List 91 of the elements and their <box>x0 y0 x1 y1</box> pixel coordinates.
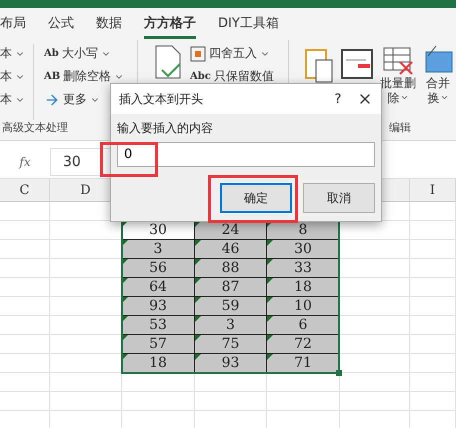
table-cell[interactable]: 71 <box>267 354 340 373</box>
table-cell[interactable] <box>340 335 410 354</box>
table-cell[interactable] <box>0 297 50 316</box>
table-cell[interactable] <box>410 278 456 297</box>
ribbon-tab[interactable]: 数据 <box>96 10 122 38</box>
table-cell[interactable] <box>0 392 50 411</box>
table-cell[interactable] <box>340 392 410 411</box>
table-cell[interactable] <box>410 373 456 392</box>
ribbon-tab[interactable]: 公式 <box>48 10 74 38</box>
table-cell[interactable] <box>0 335 50 354</box>
table-cell[interactable] <box>340 316 410 335</box>
column-header[interactable]: C <box>0 179 50 202</box>
table-cell[interactable]: 59 <box>195 297 267 316</box>
table-cell[interactable] <box>410 354 456 373</box>
dialog-title: 插入文本到开头 <box>119 90 204 108</box>
table-cell[interactable]: 87 <box>195 278 267 297</box>
table-cell[interactable] <box>340 259 410 278</box>
table-cell[interactable]: 46 <box>195 240 267 259</box>
table-cell[interactable] <box>410 297 456 316</box>
ribbon-tab[interactable]: 布局 <box>0 10 26 38</box>
table-cell[interactable]: 93 <box>122 297 195 316</box>
table-cell[interactable]: 53 <box>122 316 195 335</box>
table-cell[interactable] <box>267 373 340 392</box>
table-cell[interactable] <box>340 221 410 240</box>
table-cell[interactable]: 3 <box>195 316 267 335</box>
table-cell[interactable]: 75 <box>195 335 267 354</box>
table-cell[interactable]: 24 <box>195 221 267 240</box>
table-cell[interactable] <box>410 221 456 240</box>
group-label: 高级文本处理 <box>2 120 68 136</box>
table-cell[interactable] <box>50 392 122 411</box>
table-cell[interactable]: 57 <box>122 335 195 354</box>
table-cell[interactable] <box>340 278 410 297</box>
table-cell[interactable] <box>50 373 122 392</box>
ribbon-tab[interactable]: DIY工具箱 <box>218 10 279 38</box>
table-cell[interactable] <box>0 354 50 373</box>
table-cell[interactable]: 30 <box>267 240 340 259</box>
table-cell[interactable] <box>410 316 456 335</box>
table-cell[interactable]: 6 <box>267 316 340 335</box>
ribbon-item[interactable]: Ab 大小写 <box>44 44 124 63</box>
ribbon-button[interactable]: 合并 换 <box>422 44 454 120</box>
table-cell[interactable]: 10 <box>267 297 340 316</box>
table-cell[interactable]: 88 <box>195 259 267 278</box>
table-cell[interactable]: 56 <box>122 259 195 278</box>
table-cell[interactable]: 18 <box>267 278 340 297</box>
table-cell[interactable] <box>195 373 267 392</box>
table-cell[interactable] <box>340 240 410 259</box>
table-cell[interactable] <box>122 373 195 392</box>
caret-icon <box>400 93 408 102</box>
table-cell[interactable] <box>340 373 410 392</box>
ok-button[interactable]: 确定 <box>220 183 292 213</box>
field-label: 输入要插入的内容 <box>117 120 214 137</box>
table-cell[interactable] <box>410 335 456 354</box>
table-cell[interactable] <box>122 392 195 411</box>
table-cell[interactable] <box>410 259 456 278</box>
ribbon-item[interactable]: AB 删除空格 <box>44 67 124 86</box>
table-cell[interactable] <box>0 278 50 297</box>
table-cell[interactable] <box>410 202 456 221</box>
table-cell[interactable]: 93 <box>195 354 267 373</box>
ribbon-item[interactable]: 四舍五入 <box>190 44 274 63</box>
table-cell[interactable] <box>340 354 410 373</box>
table-cell[interactable]: 33 <box>267 259 340 278</box>
table-cell[interactable]: 8 <box>267 221 340 240</box>
table-cell[interactable] <box>0 259 50 278</box>
table-cell[interactable] <box>340 297 410 316</box>
input-field[interactable]: 0 <box>117 142 375 167</box>
table-cell[interactable] <box>0 373 50 392</box>
table-cell[interactable] <box>0 240 50 259</box>
column-header[interactable]: I <box>410 179 456 202</box>
ribbon-item[interactable]: 本 <box>0 90 25 109</box>
group-label: 编辑 <box>389 120 411 136</box>
table-cell[interactable] <box>0 221 50 240</box>
table-cell[interactable] <box>410 392 456 411</box>
document-check-icon <box>154 44 182 80</box>
table-cell[interactable]: 18 <box>122 354 195 373</box>
table-cell[interactable]: 3 <box>122 240 195 259</box>
table-cell[interactable] <box>267 392 340 411</box>
help-button[interactable]: ? <box>327 92 349 106</box>
table-cell[interactable] <box>0 316 50 335</box>
table-cell[interactable]: 64 <box>122 278 195 297</box>
table-cell[interactable]: 30 <box>122 221 195 240</box>
grid-icon <box>190 46 206 62</box>
table-cell[interactable] <box>410 240 456 259</box>
ribbon-item[interactable]: 本 <box>0 67 25 86</box>
ribbon-item[interactable]: Abc 只保留数值 <box>190 67 274 86</box>
function-icon[interactable]: fx <box>0 154 50 168</box>
cancel-button[interactable]: 取消 <box>303 183 375 213</box>
caret-icon <box>440 93 448 102</box>
table-cell[interactable]: 72 <box>267 335 340 354</box>
table-cell[interactable] <box>195 392 267 411</box>
table-cell[interactable] <box>0 202 50 221</box>
ribbon-item[interactable]: 本 <box>0 44 25 63</box>
